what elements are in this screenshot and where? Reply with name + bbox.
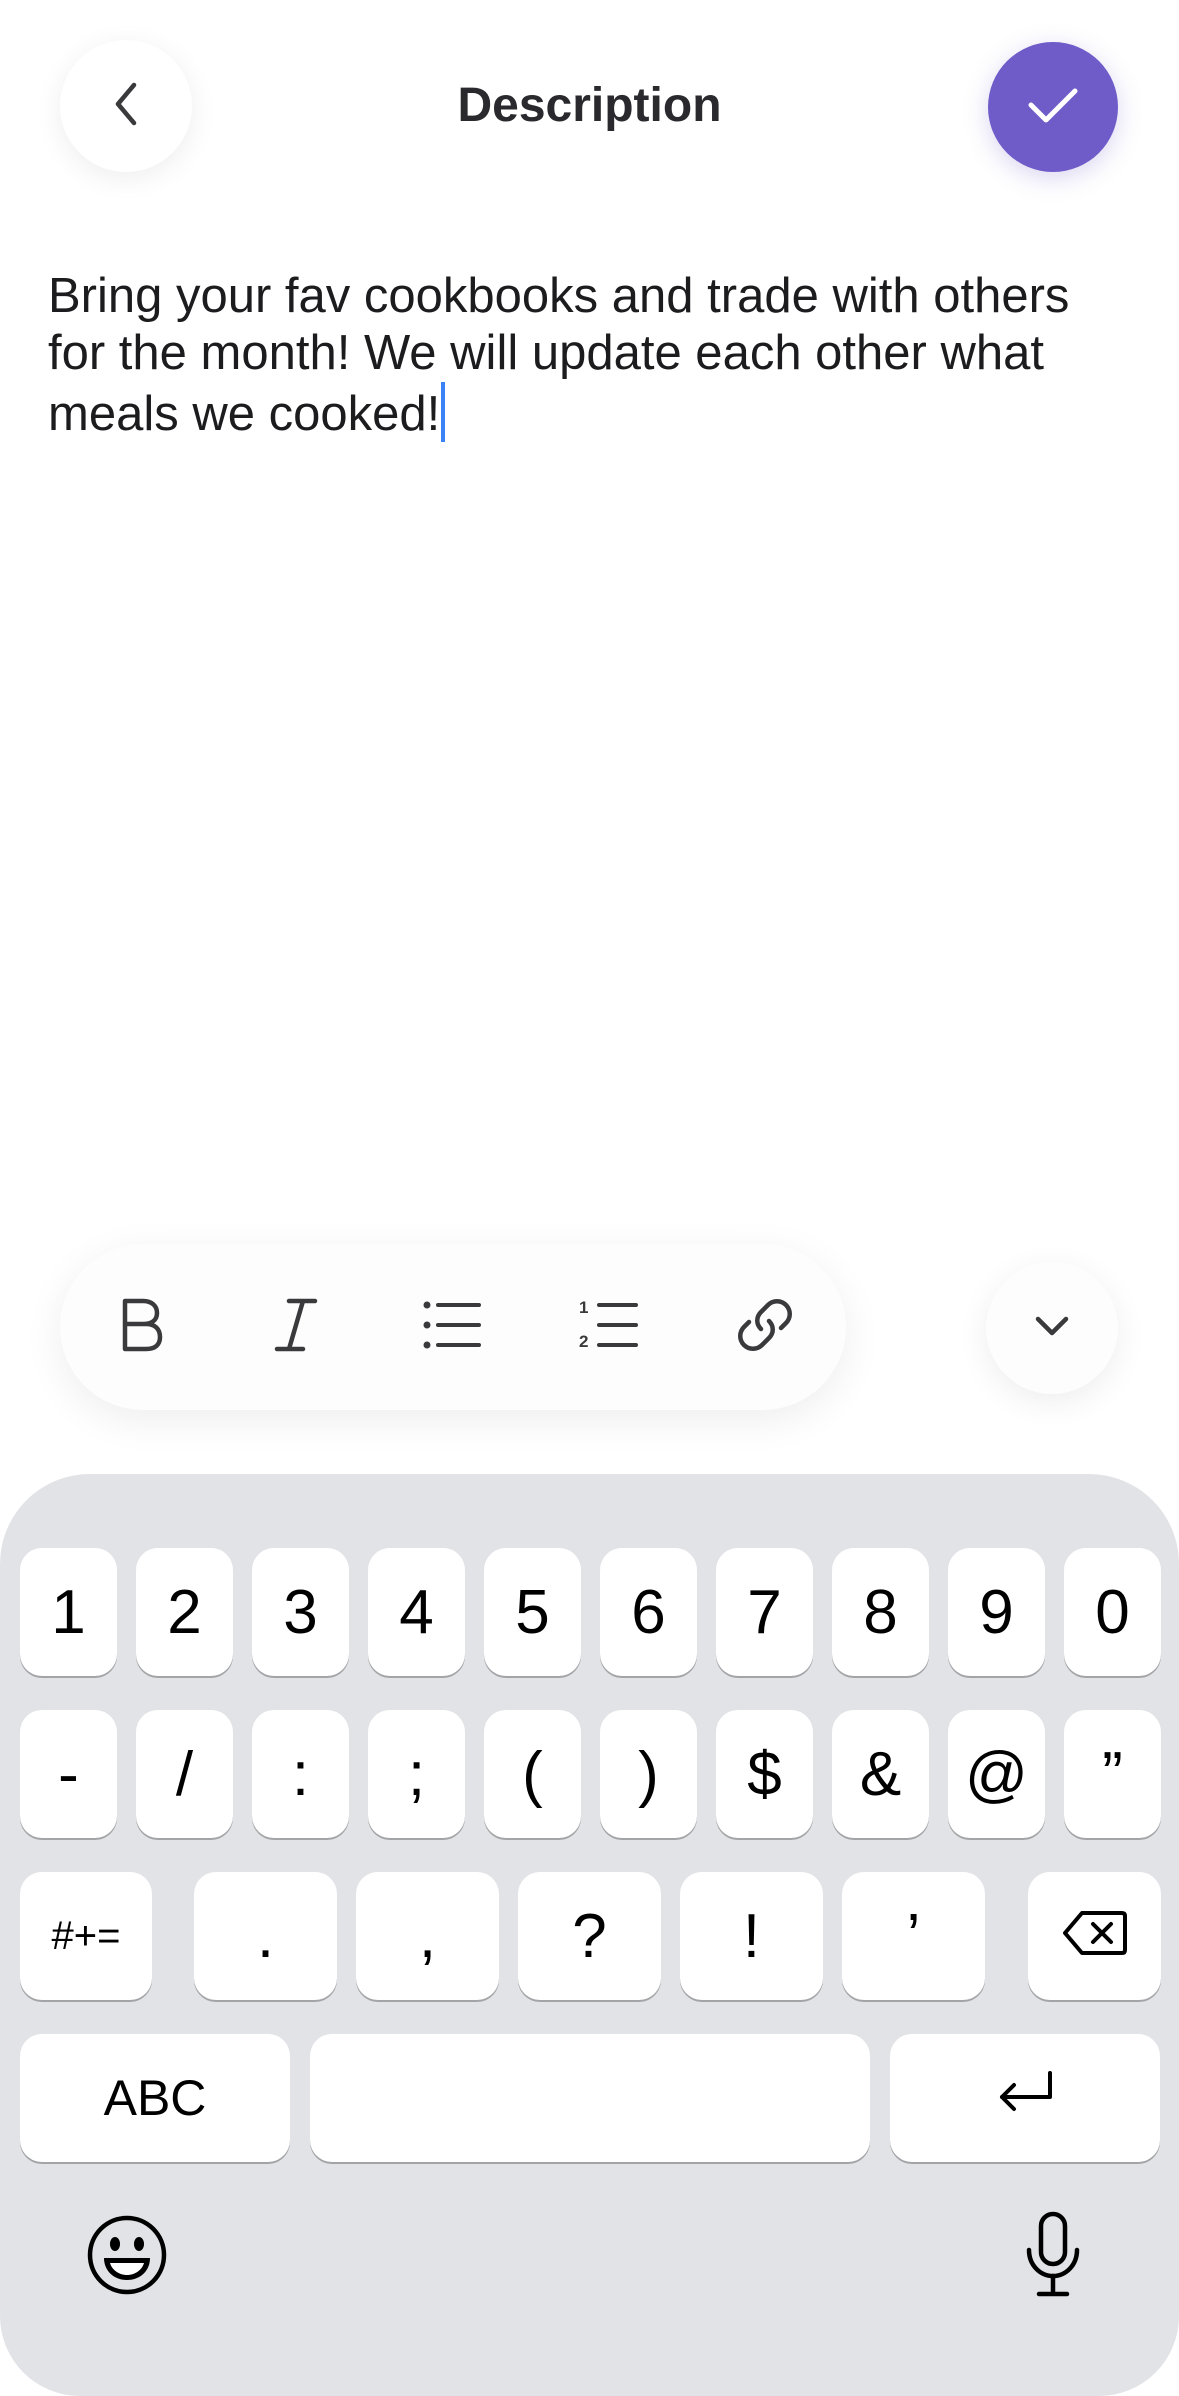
space-key[interactable] [310, 2034, 870, 2162]
microphone-button[interactable] [998, 2202, 1108, 2312]
bold-icon [115, 1295, 165, 1360]
key-4[interactable]: 4 [368, 1548, 465, 1676]
return-icon [992, 2063, 1058, 2134]
text-caret [441, 382, 446, 442]
numbered-list-button[interactable]: 12 [554, 1272, 664, 1382]
abc-key[interactable]: ABC [20, 2034, 290, 2162]
emoji-icon [85, 2213, 169, 2302]
key-period[interactable]: . [194, 1872, 337, 2000]
key-open-paren[interactable]: ( [484, 1710, 581, 1838]
key-apostrophe[interactable]: ’ [842, 1872, 985, 2000]
checkmark-icon [1025, 83, 1081, 132]
collapse-toolbar-button[interactable] [986, 1262, 1118, 1394]
key-dollar[interactable]: $ [716, 1710, 813, 1838]
format-toolbar: 12 [60, 1244, 846, 1410]
key-hyphen[interactable]: - [20, 1710, 117, 1838]
numbered-list-icon: 12 [579, 1297, 639, 1358]
back-button[interactable] [60, 40, 192, 172]
svg-text:2: 2 [579, 1332, 588, 1351]
page-title: Description [457, 79, 722, 132]
key-slash[interactable]: / [136, 1710, 233, 1838]
chevron-down-icon [1032, 1313, 1072, 1344]
bullet-list-button[interactable] [397, 1272, 507, 1382]
italic-icon [271, 1295, 321, 1360]
key-0[interactable]: 0 [1064, 1548, 1161, 1676]
key-5[interactable]: 5 [484, 1548, 581, 1676]
emoji-button[interactable] [72, 2202, 182, 2312]
key-ampersand[interactable]: & [832, 1710, 929, 1838]
link-button[interactable] [710, 1272, 820, 1382]
delete-key[interactable] [1028, 1872, 1161, 2000]
chevron-left-icon [106, 79, 146, 134]
key-7[interactable]: 7 [716, 1548, 813, 1676]
description-editor[interactable]: Bring your fav cookbooks and trade with … [48, 268, 1138, 443]
svg-text:1: 1 [579, 1298, 588, 1317]
return-key[interactable] [890, 2034, 1160, 2162]
key-more-symbols[interactable]: #+= [20, 1872, 152, 2000]
key-question[interactable]: ? [518, 1872, 661, 2000]
key-6[interactable]: 6 [600, 1548, 697, 1676]
key-comma[interactable]: , [356, 1872, 499, 2000]
bold-button[interactable] [85, 1272, 195, 1382]
key-1[interactable]: 1 [20, 1548, 117, 1676]
key-colon[interactable]: : [252, 1710, 349, 1838]
key-2[interactable]: 2 [136, 1548, 233, 1676]
key-9[interactable]: 9 [948, 1548, 1045, 1676]
keyboard: 1 2 3 4 5 6 7 8 9 0 - / : ; ( ) $ & @ ” … [0, 1474, 1179, 2396]
key-quote[interactable]: ” [1064, 1710, 1161, 1838]
bullet-list-icon [422, 1299, 482, 1356]
key-3[interactable]: 3 [252, 1548, 349, 1676]
italic-button[interactable] [241, 1272, 351, 1382]
confirm-button[interactable] [988, 42, 1118, 172]
description-text: Bring your fav cookbooks and trade with … [48, 269, 1070, 441]
key-exclamation[interactable]: ! [680, 1872, 823, 2000]
microphone-icon [1021, 2210, 1085, 2305]
key-8[interactable]: 8 [832, 1548, 929, 1676]
key-semicolon[interactable]: ; [368, 1710, 465, 1838]
key-close-paren[interactable]: ) [600, 1710, 697, 1838]
key-at[interactable]: @ [948, 1710, 1045, 1838]
link-icon [735, 1295, 795, 1360]
backspace-icon [1062, 1901, 1128, 1972]
